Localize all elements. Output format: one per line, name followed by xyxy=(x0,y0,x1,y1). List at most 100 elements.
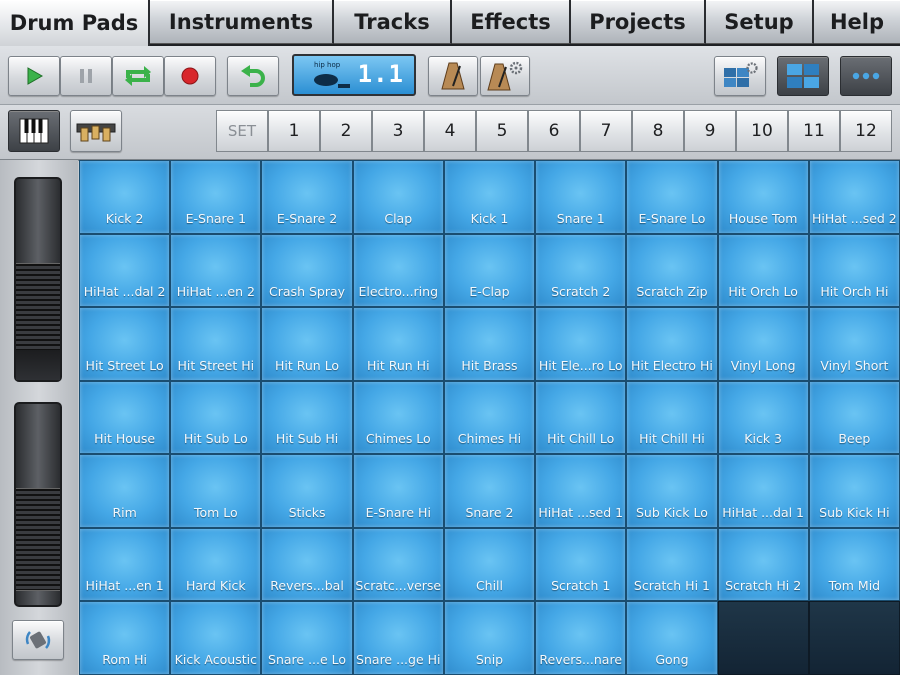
drum-pad[interactable]: Electro...ring xyxy=(352,233,444,308)
drum-pad[interactable]: HiHat ...sed 1 xyxy=(535,454,627,528)
drum-pad[interactable]: Kick 1 xyxy=(443,160,536,234)
mixer-button[interactable] xyxy=(70,110,122,152)
drum-pad[interactable]: Hit Chill Lo xyxy=(535,380,627,455)
pitch-slider-knob[interactable] xyxy=(16,488,60,591)
drum-pad[interactable]: Clap xyxy=(352,160,444,234)
drum-pad[interactable]: Rim xyxy=(79,454,171,528)
drum-pad[interactable]: Chimes Hi xyxy=(443,380,536,455)
drum-pad[interactable]: Rom Hi xyxy=(79,601,171,675)
drum-pad[interactable]: Tom Mid xyxy=(808,527,900,602)
set-3-button[interactable]: 3 xyxy=(372,110,424,152)
drum-pad[interactable]: Sub Kick Hi xyxy=(808,454,900,528)
drum-pad[interactable]: Scratc...verse xyxy=(352,527,444,602)
drum-pad[interactable]: HiHat ...en 1 xyxy=(79,527,171,602)
play-button[interactable] xyxy=(8,56,60,96)
drum-pad[interactable]: Scratch 2 xyxy=(535,233,627,308)
drum-pad[interactable]: Scratch Hi 2 xyxy=(717,527,809,602)
volume-slider-knob[interactable] xyxy=(16,263,60,356)
drum-pad[interactable]: Beep xyxy=(808,380,900,455)
volume-slider[interactable] xyxy=(14,177,62,382)
drum-pad[interactable]: HiHat ...sed 2 xyxy=(808,160,900,234)
set-5-button[interactable]: 5 xyxy=(476,110,528,152)
tab-effects[interactable]: Effects xyxy=(452,0,571,44)
drum-pad[interactable]: Hit House xyxy=(79,380,171,455)
keyboard-button[interactable] xyxy=(8,110,60,152)
tab-instruments[interactable]: Instruments xyxy=(150,0,334,44)
drum-pad[interactable]: HiHat ...dal 1 xyxy=(717,454,809,528)
set-2-button[interactable]: 2 xyxy=(320,110,372,152)
metronome-settings-button[interactable] xyxy=(480,56,530,96)
drum-pad[interactable]: Snare ...ge Hi xyxy=(352,601,444,675)
set-12-button[interactable]: 12 xyxy=(840,110,892,152)
drum-pad[interactable]: E-Snare 1 xyxy=(170,160,262,234)
drum-pad[interactable]: Kick 3 xyxy=(717,380,809,455)
metronome-button[interactable] xyxy=(428,56,478,96)
set-4-button[interactable]: 4 xyxy=(424,110,476,152)
drum-pad[interactable]: Snare 2 xyxy=(443,454,536,528)
drum-pad[interactable]: Tom Lo xyxy=(170,454,262,528)
drum-pad[interactable]: Sub Kick Lo xyxy=(626,454,718,528)
drum-pad[interactable]: Hit Street Lo xyxy=(79,307,171,381)
tab-setup[interactable]: Setup xyxy=(706,0,814,44)
drum-pad[interactable]: Snip xyxy=(443,601,536,675)
pause-button[interactable] xyxy=(60,56,112,96)
drum-pad[interactable]: Hit Ele...ro Lo xyxy=(535,307,627,381)
set-1-button[interactable]: 1 xyxy=(268,110,320,152)
set-10-button[interactable]: 10 xyxy=(736,110,788,152)
drum-pad[interactable]: Chill xyxy=(443,527,536,602)
pitch-slider[interactable] xyxy=(14,402,62,607)
drum-pad[interactable]: HiHat ...dal 2 xyxy=(79,233,171,308)
drum-pad[interactable]: Hit Orch Hi xyxy=(808,233,900,308)
drum-pad[interactable]: Scratch Zip xyxy=(626,233,718,308)
empty-pad[interactable] xyxy=(717,601,809,675)
drum-pad[interactable]: Chimes Lo xyxy=(352,380,444,455)
drum-pad[interactable]: Sticks xyxy=(261,454,353,528)
pad-view-button[interactable] xyxy=(777,56,829,96)
more-button[interactable] xyxy=(840,56,892,96)
drum-pad[interactable]: Hit Sub Lo xyxy=(170,380,262,455)
drum-pad[interactable]: Hit Orch Lo xyxy=(717,233,809,308)
drum-pad[interactable]: Revers...nare xyxy=(535,601,627,675)
drum-pad[interactable]: Gong xyxy=(626,601,718,675)
undo-button[interactable] xyxy=(227,56,279,96)
drum-pad[interactable]: Crash Spray xyxy=(261,233,353,308)
drum-pad[interactable]: E-Clap xyxy=(443,233,536,308)
set-9-button[interactable]: 9 xyxy=(684,110,736,152)
set-button[interactable]: SET xyxy=(216,110,268,152)
drum-pad[interactable]: House Tom xyxy=(717,160,809,234)
drum-pad[interactable]: E-Snare 2 xyxy=(261,160,353,234)
grid-settings-button[interactable] xyxy=(714,56,766,96)
position-display[interactable]: hip hop 1.1 xyxy=(292,54,416,96)
tab-tracks[interactable]: Tracks xyxy=(334,0,452,44)
drum-pad[interactable]: Kick Acoustic xyxy=(170,601,262,675)
tab-projects[interactable]: Projects xyxy=(571,0,706,44)
drum-pad[interactable]: Snare 1 xyxy=(535,160,627,234)
set-7-button[interactable]: 7 xyxy=(580,110,632,152)
drum-pad[interactable]: Hit Sub Hi xyxy=(261,380,353,455)
drum-pad[interactable]: Hit Street Hi xyxy=(170,307,262,381)
drum-pad[interactable]: Hit Run Lo xyxy=(261,307,353,381)
drum-pad[interactable]: Vinyl Short xyxy=(808,307,900,381)
drum-pad[interactable]: HiHat ...en 2 xyxy=(170,233,262,308)
empty-pad[interactable] xyxy=(808,601,900,675)
drum-pad[interactable]: E-Snare Lo xyxy=(626,160,718,234)
tab-drum-pads[interactable]: Drum Pads xyxy=(0,0,150,46)
rotate-button[interactable] xyxy=(12,620,64,660)
drum-pad[interactable]: Hit Brass xyxy=(443,307,536,381)
drum-pad[interactable]: Scratch Hi 1 xyxy=(626,527,718,602)
set-11-button[interactable]: 11 xyxy=(788,110,840,152)
drum-pad[interactable]: Kick 2 xyxy=(79,160,171,234)
loop-button[interactable] xyxy=(112,56,164,96)
drum-pad[interactable]: E-Snare Hi xyxy=(352,454,444,528)
record-button[interactable] xyxy=(164,56,216,96)
set-8-button[interactable]: 8 xyxy=(632,110,684,152)
drum-pad[interactable]: Snare ...e Lo xyxy=(261,601,353,675)
drum-pad[interactable]: Scratch 1 xyxy=(535,527,627,602)
drum-pad[interactable]: Hard Kick xyxy=(170,527,262,602)
drum-pad[interactable]: Vinyl Long xyxy=(717,307,809,381)
tab-help[interactable]: Help xyxy=(814,0,900,44)
drum-pad[interactable]: Hit Run Hi xyxy=(352,307,444,381)
drum-pad[interactable]: Hit Electro Hi xyxy=(626,307,718,381)
drum-pad[interactable]: Revers...bal xyxy=(261,527,353,602)
drum-pad[interactable]: Hit Chill Hi xyxy=(626,380,718,455)
